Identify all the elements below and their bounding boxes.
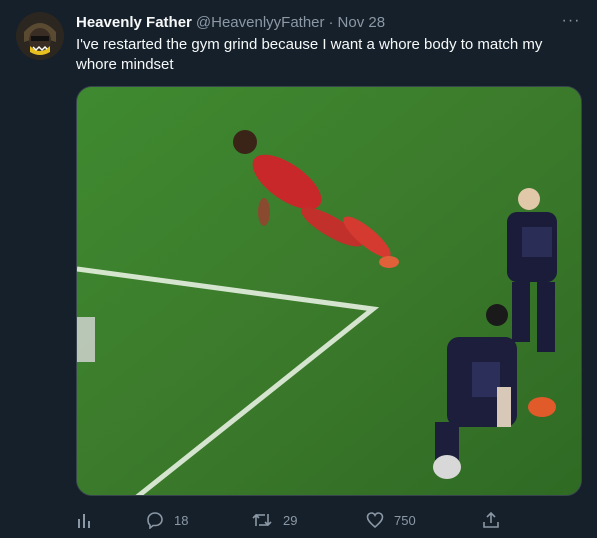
tweet-actions: 18 29 750 <box>76 506 506 534</box>
tweet-date[interactable]: Nov 28 <box>338 14 386 31</box>
like-icon <box>366 512 384 529</box>
avatar[interactable] <box>16 12 64 60</box>
retweet-button[interactable]: 29 <box>251 506 297 534</box>
author-name[interactable]: Heavenly Father <box>76 14 192 31</box>
retweet-icon <box>252 513 272 527</box>
analytics-icon <box>78 514 90 528</box>
separator: · <box>328 13 334 31</box>
reply-icon <box>147 512 163 529</box>
tweet-text: I've restarted the gym grind because I w… <box>76 36 543 73</box>
more-icon[interactable]: ··· <box>556 10 586 32</box>
retweet-count: 29 <box>283 512 298 528</box>
share-button[interactable] <box>482 506 500 534</box>
reply-button[interactable]: 18 <box>146 506 188 534</box>
author-handle[interactable]: @HeavenlyyFather <box>196 14 325 31</box>
tweet[interactable]: Heavenly Father @HeavenlyyFather · Nov 2… <box>0 0 597 538</box>
reply-count: 18 <box>174 512 189 528</box>
tweet-header: Heavenly Father @HeavenlyyFather · Nov 2… <box>76 12 385 32</box>
like-button[interactable]: 750 <box>366 506 416 534</box>
like-count: 750 <box>394 512 416 528</box>
share-icon <box>483 511 499 528</box>
analytics-button[interactable] <box>76 506 94 534</box>
tweet-media-image[interactable] <box>76 86 582 496</box>
